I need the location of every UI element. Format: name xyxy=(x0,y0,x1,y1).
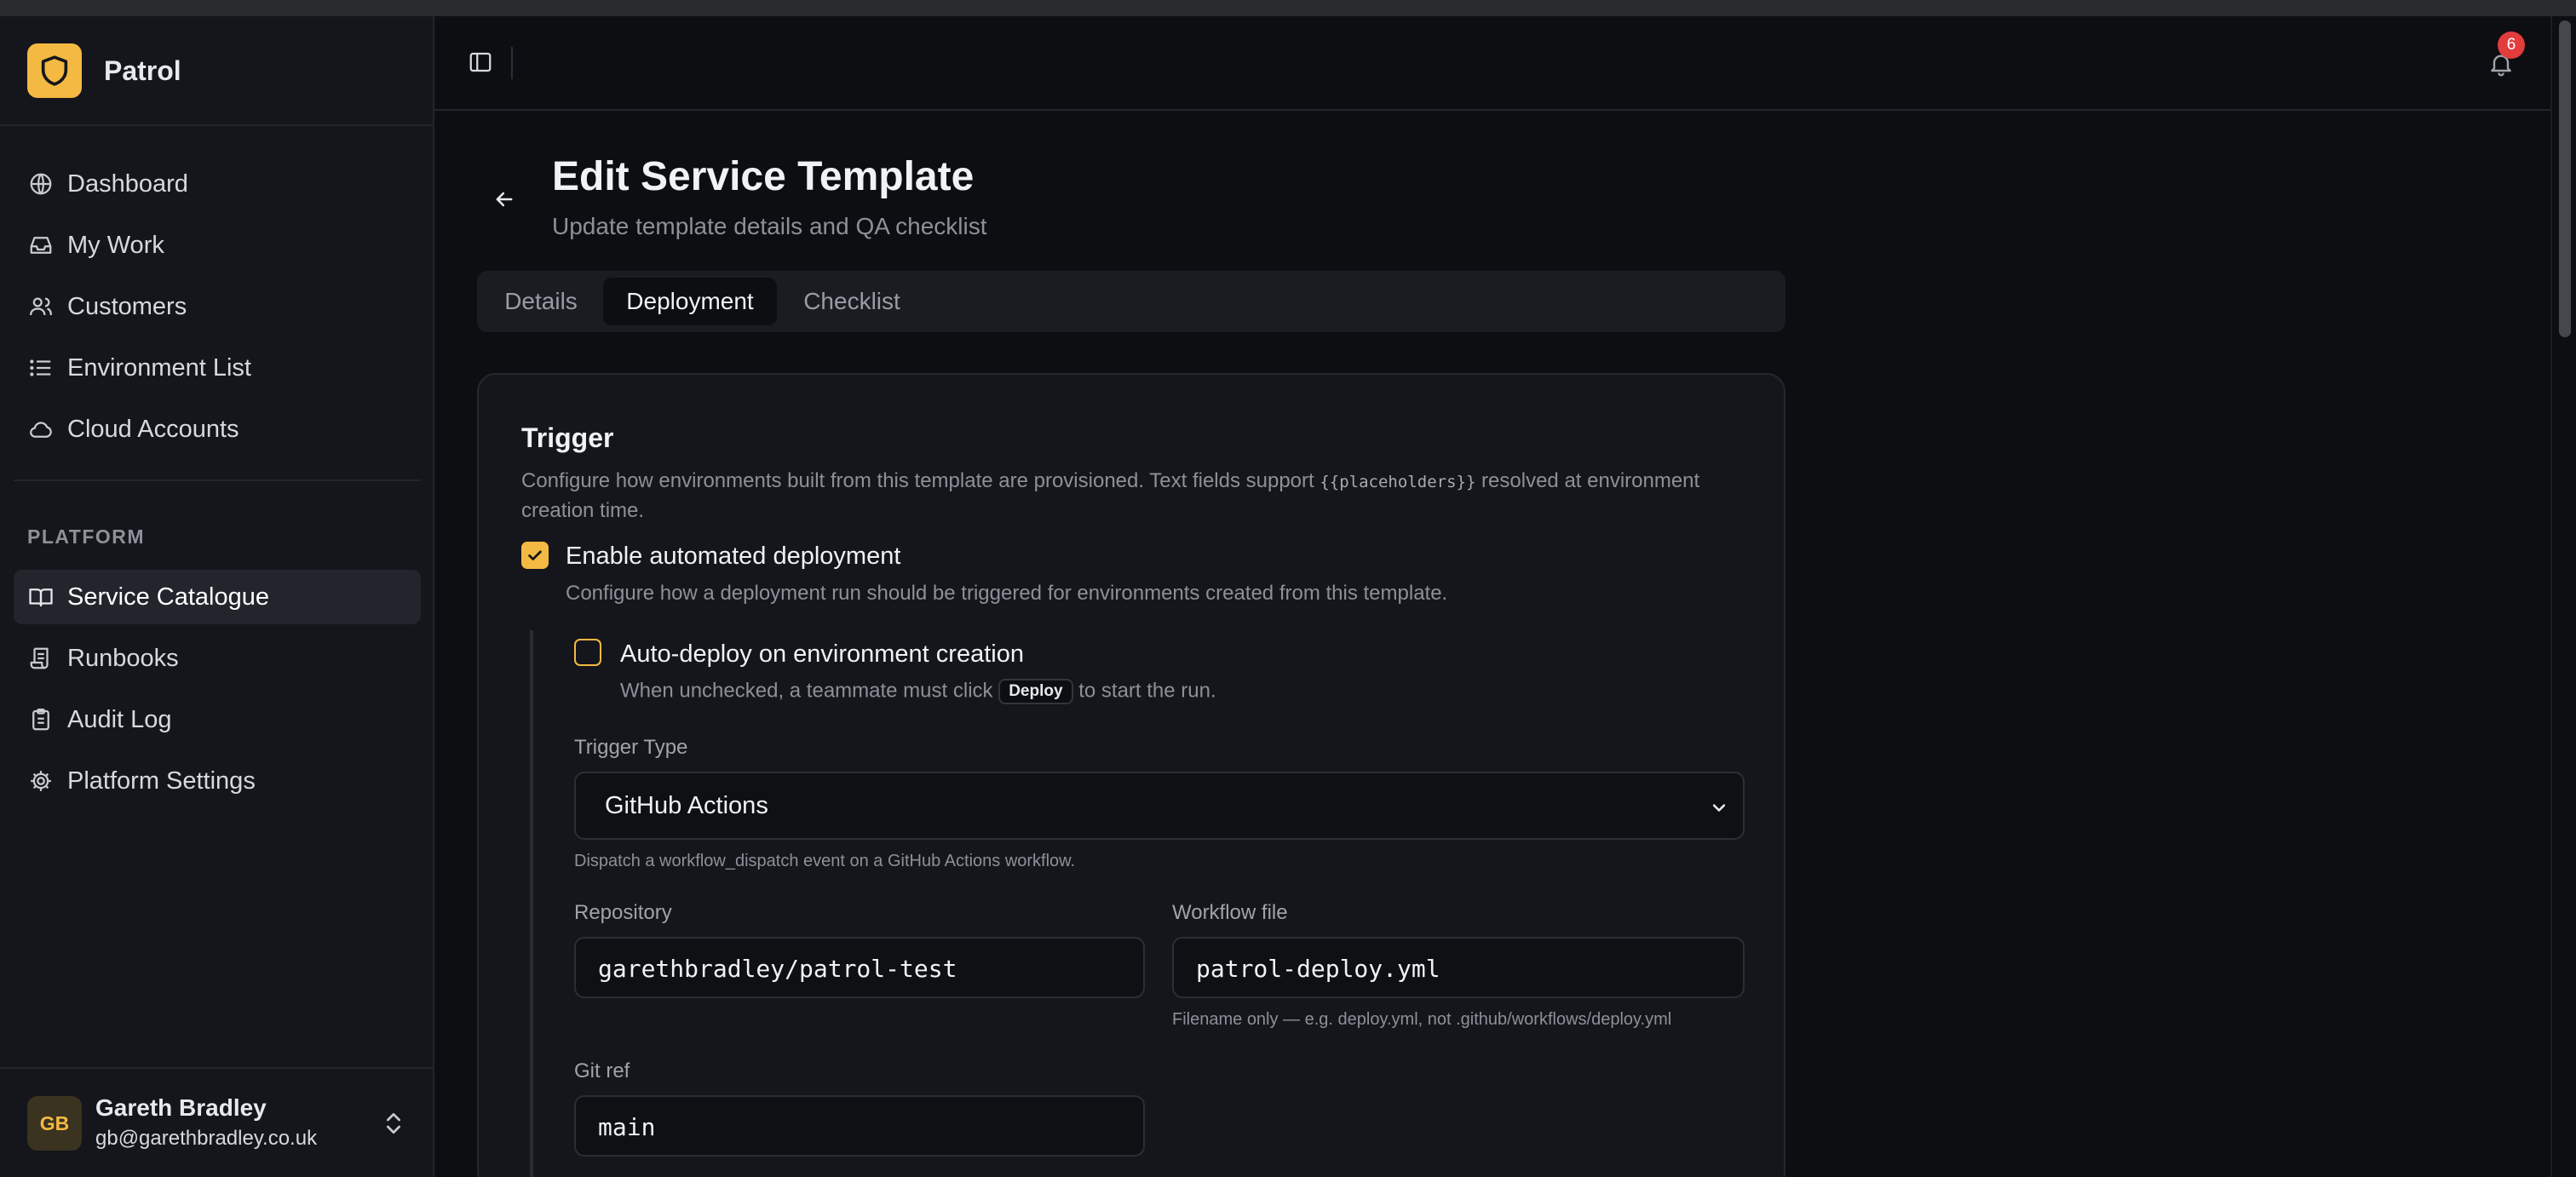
tab-checklist[interactable]: Checklist xyxy=(782,278,922,325)
enable-deployment-checkbox[interactable] xyxy=(521,542,549,569)
clipboard-icon xyxy=(27,706,55,733)
trigger-card: Trigger Configure how environments built… xyxy=(477,373,1785,1177)
platform-nav: Service Catalogue Runbooks Audit Log Pla… xyxy=(14,570,421,815)
repository-input[interactable]: garethbradley/patrol-test xyxy=(574,937,1145,998)
workflow-file-label: Workflow file xyxy=(1172,901,1288,924)
nav-item-platform-settings[interactable]: Platform Settings xyxy=(14,754,421,808)
nav-label: Audit Log xyxy=(67,705,172,733)
avatar: GB xyxy=(27,1096,82,1151)
main-nav: Dashboard My Work Customers Environment … xyxy=(14,157,421,463)
enable-deployment-help: Configure how a deployment run should be… xyxy=(566,582,1448,605)
section-description: Configure how environments built from th… xyxy=(521,469,1700,522)
notification-badge: 6 xyxy=(2498,32,2525,59)
trigger-type-select[interactable]: GitHub Actions xyxy=(574,772,1745,840)
nav-label: Customers xyxy=(67,292,187,320)
header-divider xyxy=(511,47,513,79)
nav-label: Environment List xyxy=(67,353,251,382)
nav-item-dashboard[interactable]: Dashboard xyxy=(14,157,421,211)
nav-label: Dashboard xyxy=(67,169,188,198)
page-title: Edit Service Template xyxy=(552,154,975,199)
users-icon xyxy=(27,293,55,320)
nav-item-environment-list[interactable]: Environment List xyxy=(14,341,421,395)
divider xyxy=(14,479,421,481)
nav-item-audit-log[interactable]: Audit Log xyxy=(14,692,421,747)
scrollbar-thumb[interactable] xyxy=(2559,20,2571,337)
cloud-icon xyxy=(27,416,55,443)
auto-deploy-checkbox[interactable] xyxy=(574,639,601,666)
user-name: Gareth Bradley xyxy=(95,1094,267,1121)
placeholder-code: {{placeholders}} xyxy=(1320,473,1476,491)
shield-logo-icon xyxy=(27,43,82,98)
scroll-icon xyxy=(27,645,55,672)
sidebar: Patrol Dashboard My Work Customers Envir… xyxy=(0,16,434,1177)
page-subtitle: Update template details and QA checklist xyxy=(552,213,987,239)
trigger-type-label: Trigger Type xyxy=(574,736,688,759)
nav-label: My Work xyxy=(67,231,164,259)
arrow-left-icon xyxy=(496,192,513,207)
gear-icon xyxy=(27,767,55,795)
section-title: Trigger xyxy=(521,422,614,453)
nav-item-cloud-accounts[interactable]: Cloud Accounts xyxy=(14,402,421,456)
git-ref-label: Git ref xyxy=(574,1059,630,1082)
git-ref-value: main xyxy=(598,1113,656,1141)
nav-item-service-catalogue[interactable]: Service Catalogue xyxy=(14,570,421,624)
inbox-icon xyxy=(27,232,55,259)
chevron-down-icon xyxy=(1712,804,1726,812)
repository-value: garethbradley/patrol-test xyxy=(598,955,957,983)
workflow-file-input[interactable]: patrol-deploy.yml xyxy=(1172,937,1745,998)
git-ref-input[interactable]: main xyxy=(574,1095,1145,1157)
nav-item-runbooks[interactable]: Runbooks xyxy=(14,631,421,686)
tab-details[interactable]: Details xyxy=(484,278,598,325)
book-icon xyxy=(27,583,55,611)
workflow-file-help: Filename only — e.g. deploy.yml, not .gi… xyxy=(1172,1010,1672,1029)
section-label-platform: PLATFORM xyxy=(27,525,146,548)
nav-item-my-work[interactable]: My Work xyxy=(14,218,421,273)
app-name: Patrol xyxy=(104,55,181,86)
deploy-kbd: Deploy xyxy=(998,679,1073,704)
window-top-strip xyxy=(0,0,2576,16)
workflow-file-value: patrol-deploy.yml xyxy=(1196,955,1440,983)
globe-icon xyxy=(27,170,55,198)
nav-label: Service Catalogue xyxy=(67,583,269,611)
indent-guide xyxy=(530,630,533,1177)
brand[interactable]: Patrol xyxy=(27,43,181,98)
sidebar-toggle-button[interactable] xyxy=(460,45,501,79)
auto-deploy-help: When unchecked, a teammate must click De… xyxy=(620,679,1216,704)
tab-bar: Details Deployment Checklist xyxy=(477,271,1785,332)
back-button[interactable] xyxy=(486,181,523,218)
trigger-type-help: Dispatch a workflow_dispatch event on a … xyxy=(574,852,1076,870)
repository-label: Repository xyxy=(574,901,672,924)
nav-item-customers[interactable]: Customers xyxy=(14,279,421,334)
user-email: gb@garethbradley.co.uk xyxy=(95,1127,318,1150)
chevrons-up-down-icon[interactable] xyxy=(380,1110,407,1137)
auto-deploy-label[interactable]: Auto-deploy on environment creation xyxy=(620,640,1024,669)
tab-deployment[interactable]: Deployment xyxy=(603,278,777,325)
user-menu[interactable]: GB Gareth Bradley gb@garethbradley.co.uk xyxy=(0,1067,433,1177)
sidebar-toggle-icon xyxy=(469,52,492,72)
enable-deployment-label[interactable]: Enable automated deployment xyxy=(566,543,900,571)
list-icon xyxy=(27,354,55,382)
nav-label: Platform Settings xyxy=(67,766,256,795)
divider xyxy=(0,124,433,126)
trigger-type-value: GitHub Actions xyxy=(605,792,768,819)
nav-label: Cloud Accounts xyxy=(67,415,239,443)
top-header: 6 xyxy=(434,16,2550,111)
check-icon xyxy=(528,550,542,560)
nav-label: Runbooks xyxy=(67,644,179,672)
